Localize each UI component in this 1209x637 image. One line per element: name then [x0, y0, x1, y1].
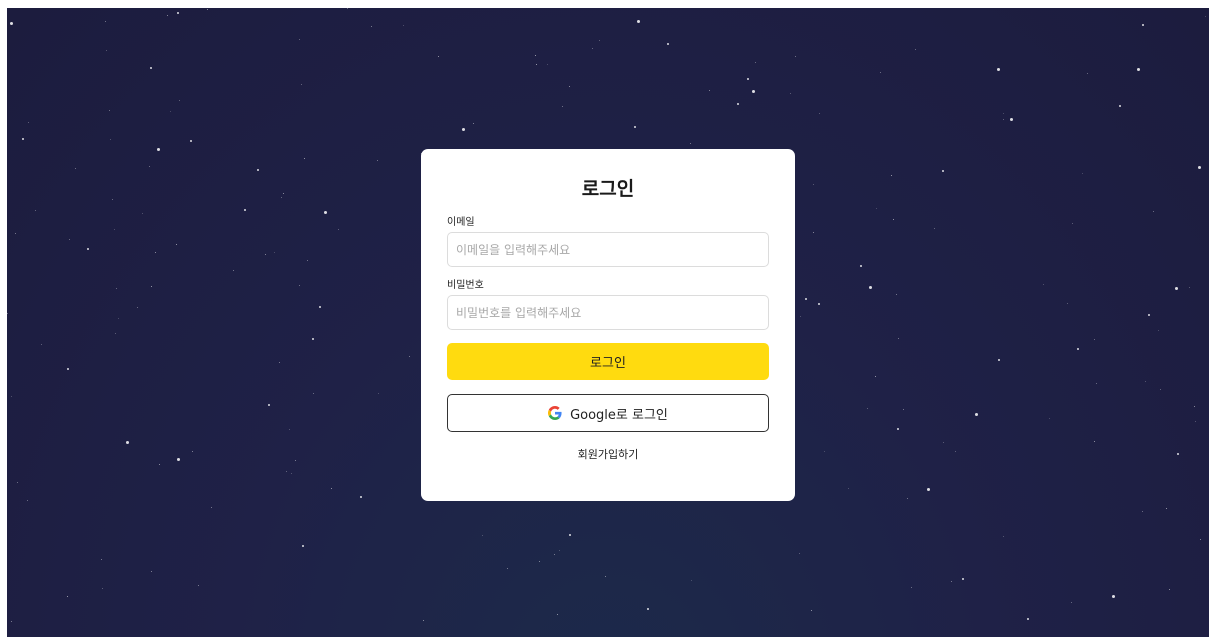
google-login-label: Google로 로그인	[570, 407, 668, 423]
email-label: 이메일	[447, 217, 475, 228]
email-field[interactable]	[447, 232, 769, 267]
google-login-button[interactable]: Google로 로그인	[447, 394, 769, 432]
login-button[interactable]: 로그인	[447, 343, 769, 380]
login-card: 로그인 이메일 비밀번호 로그인 Google로 로그인 회원가입하기	[421, 149, 795, 501]
password-label: 비밀번호	[447, 280, 484, 291]
starry-background: 로그인 이메일 비밀번호 로그인 Google로 로그인 회원가입하기	[7, 8, 1209, 637]
password-field[interactable]	[447, 295, 769, 330]
signup-link[interactable]: 회원가입하기	[447, 447, 769, 463]
page-title: 로그인	[581, 178, 635, 200]
google-g-icon	[548, 406, 562, 420]
